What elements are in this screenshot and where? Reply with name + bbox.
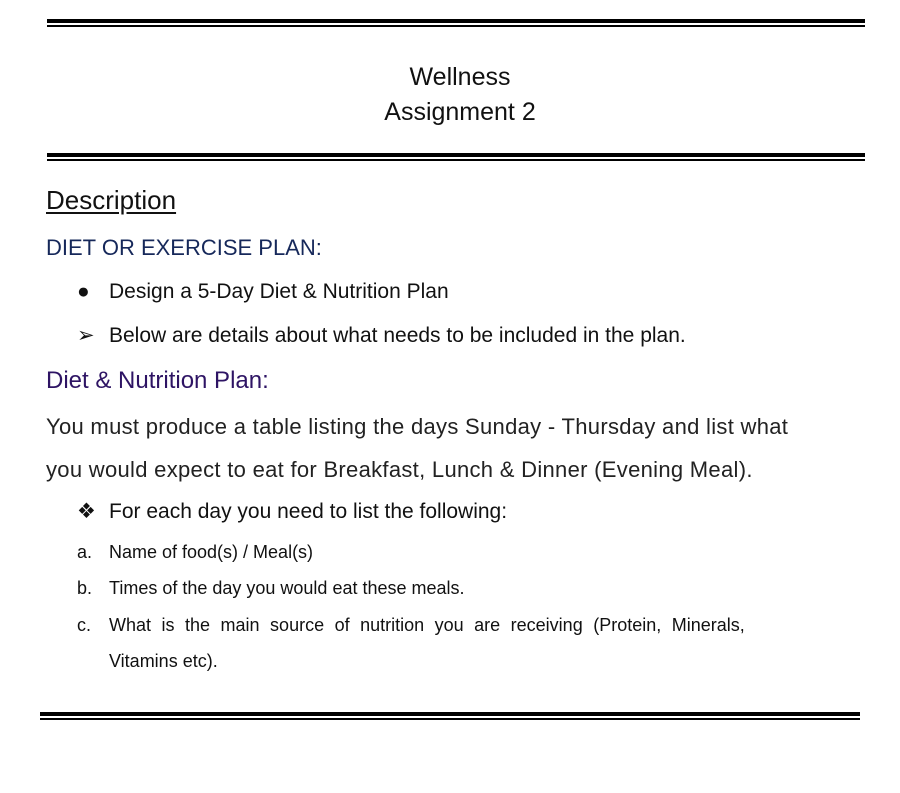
list-item: a. Name of food(s) / Meal(s): [77, 542, 313, 563]
top-double-rule: [47, 19, 865, 27]
description-heading: Description: [46, 185, 177, 215]
list-item-continuation: Vitamins etc).: [109, 651, 218, 671]
title-line-1: Wellness: [409, 63, 511, 91]
list-text: Times of the day you would eat these mea…: [109, 578, 465, 598]
bullet-text: Below are details about what needs to be…: [109, 324, 686, 347]
list-item: c. What is the main source of nutrition y…: [77, 615, 745, 636]
diet-exercise-subheading: DIET OR EXERCISE PLAN:: [46, 235, 322, 260]
bullet-item: ● Design a 5-Day Diet & Nutrition Plan: [77, 280, 449, 304]
bottom-double-rule: [40, 712, 860, 720]
plan-paragraph-line-2: you would expect to eat for Breakfast, L…: [46, 457, 753, 482]
requirement-item: ❖ For each day you need to list the follo…: [77, 499, 507, 524]
plan-paragraph-line-1: You must produce a table listing the day…: [46, 414, 789, 439]
list-text: What is the main source of nutrition you…: [109, 615, 745, 635]
list-label: c.: [77, 615, 92, 635]
bullet-dot-icon: ●: [77, 280, 90, 303]
list-item: b. Times of the day you would eat these m…: [77, 578, 465, 599]
document-title: Wellness Assignment 2: [0, 60, 900, 130]
list-label: a.: [77, 542, 93, 562]
diet-plan-heading: Diet & Nutrition Plan:: [46, 367, 269, 394]
bullet-text: Design a 5-Day Diet & Nutrition Plan: [109, 280, 449, 303]
bullet-item: ➢ Below are details about what needs to b…: [77, 323, 686, 348]
arrow-bullet-icon: ➢: [77, 324, 95, 347]
list-text: Name of food(s) / Meal(s): [109, 542, 314, 562]
requirement-text: For each day you need to list the follow…: [109, 500, 508, 523]
diamond-bullet-icon: ❖: [77, 500, 96, 523]
header-double-rule: [47, 153, 865, 161]
list-label: b.: [77, 578, 93, 598]
title-line-2: Assignment 2: [384, 98, 536, 126]
